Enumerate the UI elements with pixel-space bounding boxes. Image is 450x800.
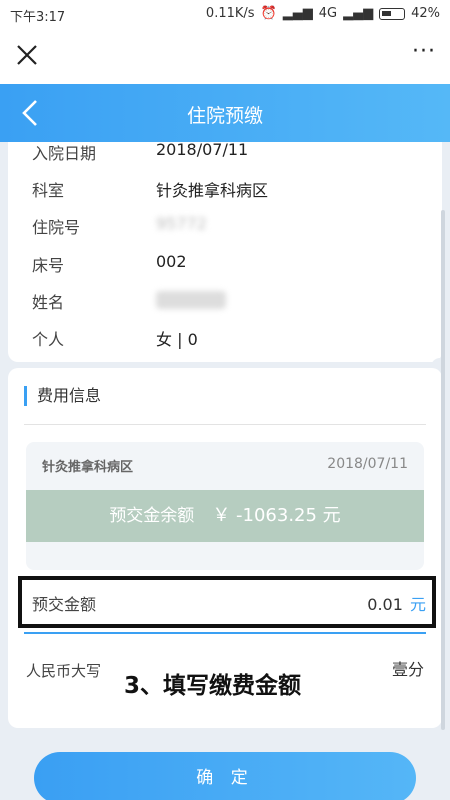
network-type: 4G: [318, 6, 338, 21]
more-button[interactable]: ···: [412, 41, 436, 63]
scrollbar[interactable]: [441, 210, 445, 730]
status-bar: 下午3:17 0.11K/s ⏰ ▂▄▆ 4G ▂▄▆ 42%: [0, 0, 450, 28]
input-underline: [24, 632, 426, 634]
inpatient-no-value: 95772: [156, 214, 207, 233]
redacted-name: [156, 290, 226, 309]
info-label: 入院日期: [32, 144, 97, 163]
alarm-icon: ⏰: [260, 6, 277, 21]
info-value: 002: [156, 252, 187, 271]
card-notch-left: [0, 358, 9, 376]
info-value: 针灸推拿科病区: [156, 181, 269, 200]
balance-bar: 预交金余额 ￥ -1063.25 元: [26, 490, 424, 542]
instruction-annotation: 3、填写缴费金额: [124, 673, 302, 699]
amount-unit: 元: [409, 595, 426, 614]
info-label: 科室: [32, 181, 65, 200]
ward-balance-box: 针灸推拿科病区 2018/07/11 预交金余额 ￥ -1063.25 元: [26, 442, 424, 570]
balance-label: 预交金余额: [109, 506, 195, 526]
info-label: 住院号: [32, 218, 81, 237]
confirm-button[interactable]: 确 定: [34, 752, 416, 800]
rmb-uppercase-label: 人民币大写: [26, 662, 102, 680]
top-nav: ···: [0, 28, 450, 84]
amount-input[interactable]: 0.01 元: [367, 591, 426, 615]
section-title: 费用信息: [24, 386, 101, 406]
amount-input-row[interactable]: 预交金额 0.01 元: [18, 576, 436, 628]
ward-name: 针灸推拿科病区: [42, 460, 134, 475]
patient-info-card: 入院日期 2018/07/11 科室 针灸推拿科病区 住院号 95772 床号 …: [8, 140, 442, 362]
status-indicators: 0.11K/s ⏰ ▂▄▆ 4G ▂▄▆ 42%: [206, 6, 440, 21]
amount-value: 0.01: [367, 595, 403, 614]
battery-icon: [379, 7, 406, 20]
fee-info-card: 费用信息 针灸推拿科病区 2018/07/11 预交金余额 ￥ -1063.25 …: [8, 368, 442, 728]
info-value: 2018/07/11: [156, 140, 249, 159]
close-button[interactable]: [12, 40, 42, 70]
close-icon: [17, 45, 37, 65]
info-label: 姓名: [32, 293, 65, 312]
ward-date: 2018/07/11: [327, 456, 408, 472]
signal-icon-2: ▂▄▆: [343, 6, 374, 21]
info-label: 床号: [32, 256, 65, 275]
info-value: [156, 289, 226, 309]
amount-label: 预交金额: [32, 595, 97, 614]
battery-level: 42%: [411, 6, 440, 21]
signal-icon: ▂▄▆: [282, 6, 313, 21]
page-title: 住院预缴: [186, 105, 263, 127]
balance-value: ￥ -1063.25 元: [212, 505, 341, 526]
network-speed: 0.11K/s: [205, 6, 255, 21]
rmb-uppercase-value: 壹分: [391, 660, 424, 679]
info-value: 95772: [156, 214, 207, 233]
info-value: 女 | 0: [156, 330, 198, 349]
page-header: 住院预缴: [0, 84, 450, 142]
info-label: 个人: [32, 330, 65, 349]
status-time: 下午3:17: [10, 10, 66, 25]
divider: [24, 424, 426, 425]
